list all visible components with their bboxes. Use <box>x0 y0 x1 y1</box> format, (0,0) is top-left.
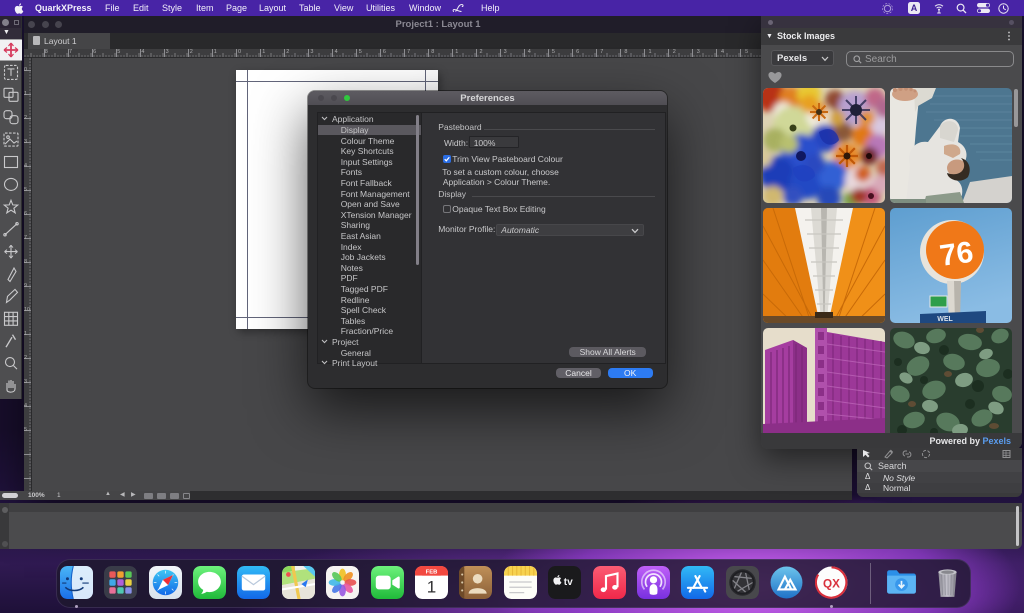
svg-text:QX: QX <box>823 577 840 590</box>
svg-text:WEL: WEL <box>937 316 953 323</box>
svg-text:FEB: FEB <box>426 569 438 575</box>
svg-text:1: 1 <box>427 577 436 596</box>
svg-text:tv: tv <box>564 577 573 588</box>
svg-text:76: 76 <box>938 235 976 272</box>
